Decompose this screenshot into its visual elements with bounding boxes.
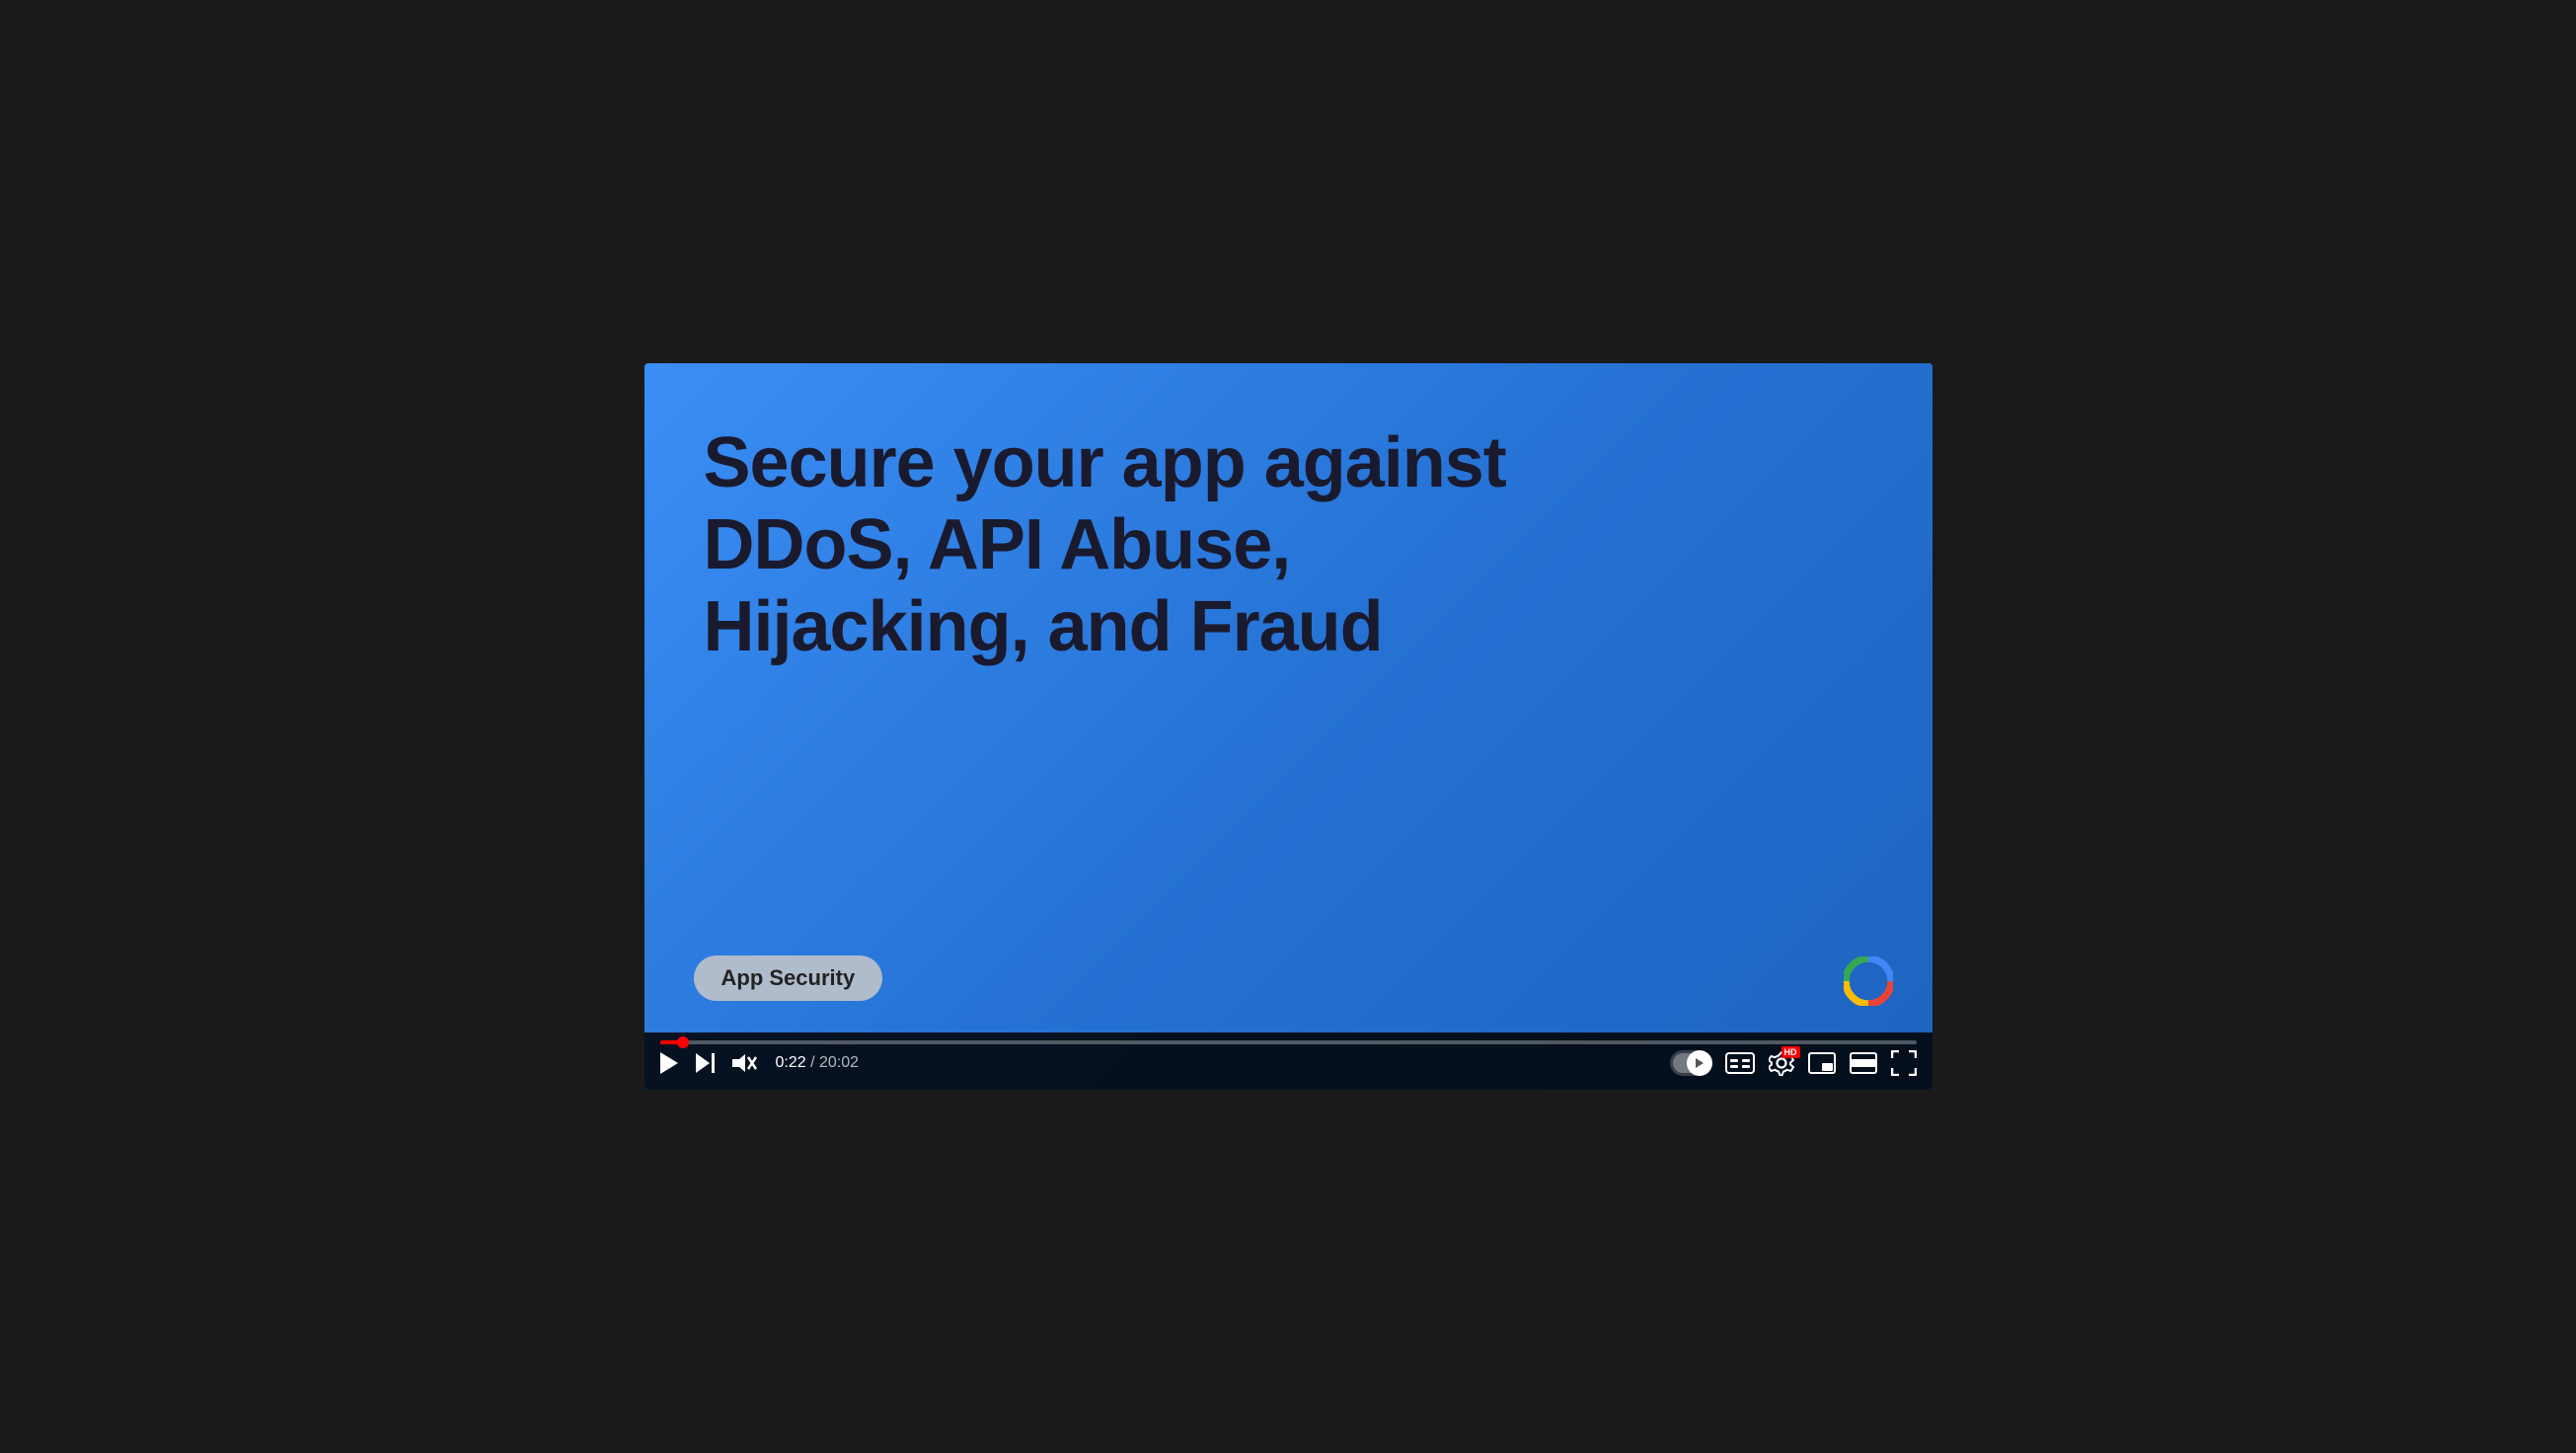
controls-row: 0:22 / 20:02 bbox=[660, 1050, 1917, 1076]
settings-button[interactable]: HD bbox=[1769, 1050, 1794, 1076]
video-content: Secure your app against DDoS, API Abuse,… bbox=[644, 363, 1932, 1090]
progress-bar[interactable] bbox=[660, 1040, 1917, 1044]
google-logo-icon bbox=[1844, 956, 1893, 1006]
time-current: 0:22 bbox=[776, 1054, 806, 1071]
next-button[interactable] bbox=[696, 1053, 715, 1073]
autoplay-toggle[interactable] bbox=[1670, 1050, 1711, 1076]
fullscreen-icon bbox=[1891, 1050, 1917, 1076]
controls-bar: 0:22 / 20:02 bbox=[644, 1032, 1932, 1090]
controls-right: HD bbox=[1670, 1050, 1917, 1076]
progress-thumb bbox=[677, 1036, 689, 1048]
progress-fill bbox=[660, 1040, 683, 1044]
play-button[interactable] bbox=[660, 1052, 678, 1074]
theater-mode-button[interactable] bbox=[1850, 1052, 1877, 1074]
mute-button[interactable] bbox=[732, 1052, 758, 1074]
time-total: 20:02 bbox=[819, 1054, 859, 1071]
next-icon bbox=[696, 1053, 715, 1073]
autoplay-play-icon bbox=[1696, 1058, 1704, 1068]
fullscreen-button[interactable] bbox=[1891, 1050, 1917, 1076]
chapter-badge: App Security bbox=[694, 956, 883, 1001]
volume-icon bbox=[732, 1052, 758, 1074]
miniplayer-icon bbox=[1808, 1052, 1836, 1074]
video-title-area: Secure your app against DDoS, API Abuse,… bbox=[644, 363, 1932, 1032]
video-main-title: Secure your app against DDoS, API Abuse,… bbox=[704, 422, 1592, 667]
miniplayer-button[interactable] bbox=[1808, 1052, 1836, 1074]
play-icon bbox=[660, 1052, 678, 1074]
time-display: 0:22 / 20:02 bbox=[776, 1054, 860, 1072]
subtitles-icon bbox=[1725, 1052, 1755, 1074]
hd-badge: HD bbox=[1781, 1046, 1800, 1058]
video-player: Secure your app against DDoS, API Abuse,… bbox=[644, 363, 1932, 1090]
controls-left: 0:22 / 20:02 bbox=[660, 1052, 860, 1074]
theater-mode-icon bbox=[1850, 1052, 1877, 1074]
autoplay-knob bbox=[1687, 1050, 1712, 1076]
subtitles-button[interactable] bbox=[1725, 1052, 1755, 1074]
autoplay-track bbox=[1673, 1053, 1708, 1073]
